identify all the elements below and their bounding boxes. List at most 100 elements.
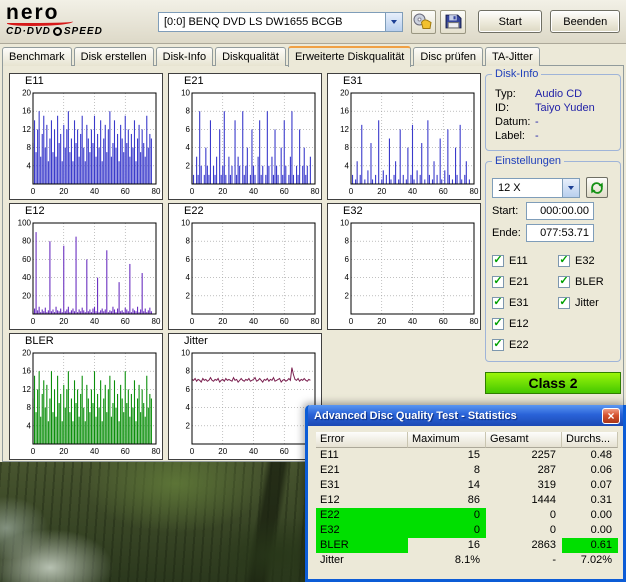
statistics-titlebar[interactable]: Advanced Disc Quality Test - Statistics …	[308, 405, 623, 426]
cell-durchs: 0.31	[562, 493, 618, 508]
cell-gesamt: 0	[486, 523, 562, 538]
svg-text:80: 80	[311, 187, 320, 196]
svg-text:10: 10	[181, 219, 190, 228]
svg-text:0: 0	[349, 317, 354, 326]
cell-gesamt: 319	[486, 478, 562, 493]
tab-erweiterte-diskqualitaet[interactable]: Erweiterte Diskqualität	[288, 46, 411, 67]
svg-text:20: 20	[377, 187, 386, 196]
svg-text:8: 8	[27, 403, 32, 412]
settings-group: Einstellungen 12 X	[485, 161, 621, 362]
column-header-durchs[interactable]: Durchs...	[562, 432, 618, 448]
table-row: Jitter 8.1% - 7.02%	[316, 553, 615, 568]
checkbox-e31-label: E31	[509, 297, 529, 309]
tab-benchmark[interactable]: Benchmark	[2, 47, 72, 66]
checkbox-e32[interactable]: ✓ E32	[558, 250, 604, 271]
svg-text:40: 40	[408, 317, 417, 326]
chart-title: E12	[11, 205, 161, 217]
tab-diskqualitaet[interactable]: Diskqualität	[215, 47, 286, 66]
svg-text:80: 80	[470, 187, 479, 196]
start-button[interactable]: Start	[478, 10, 542, 33]
tab-disk-erstellen[interactable]: Disk erstellen	[74, 47, 154, 66]
close-icon[interactable]: ×	[602, 408, 620, 424]
svg-text:60: 60	[121, 187, 130, 196]
cell-durchs: 0.48	[562, 448, 618, 463]
save-button[interactable]	[440, 10, 466, 34]
chart-e11: E1120161284020406080	[9, 73, 163, 200]
cell-durchs: 0.07	[562, 478, 618, 493]
chevron-down-icon[interactable]	[562, 179, 579, 197]
checkbox-e11[interactable]: ✓ E11	[492, 250, 558, 271]
disk-info-group: Disk-Info Typ: Audio CD ID: Taiyo Yuden …	[485, 74, 621, 151]
svg-text:40: 40	[90, 447, 99, 456]
quit-button[interactable]: Beenden	[550, 10, 620, 33]
start-position-field[interactable]: 000:00.00	[526, 202, 594, 220]
table-row: E12 86 1444 0.31	[316, 493, 615, 508]
cell-durchs: 7.02%	[562, 553, 618, 568]
tab-bar: Benchmark Disk erstellen Disk-Info Diskq…	[2, 44, 542, 65]
svg-text:20: 20	[59, 317, 68, 326]
disc-icon	[53, 27, 62, 36]
right-panel: Disk-Info Typ: Audio CD ID: Taiyo Yuden …	[485, 74, 621, 394]
table-row: E32 0 0 0.00	[316, 523, 615, 538]
checkbox-e21[interactable]: ✓ E21	[492, 271, 558, 292]
svg-text:2: 2	[186, 421, 191, 430]
svg-text:10: 10	[340, 219, 349, 228]
cell-durchs: 0.00	[562, 523, 618, 538]
speed-row: 12 X	[492, 177, 614, 198]
tab-content-panel: E1120161284020406080 E21108642020406080 …	[2, 65, 624, 462]
svg-text:0: 0	[190, 447, 195, 456]
svg-text:0: 0	[190, 187, 195, 196]
speed-select[interactable]: 12 X	[492, 178, 580, 198]
checkbox-e31[interactable]: ✓ E31	[492, 292, 558, 313]
disk-info-row-label: Label: -	[495, 130, 614, 142]
chart-title: E32	[329, 205, 479, 217]
speed-select-value: 12 X	[493, 182, 562, 194]
cell-gesamt: -	[486, 553, 562, 568]
tab-disc-pruefen[interactable]: Disc prüfen	[413, 47, 483, 66]
checkbox-bler[interactable]: ✓ BLER	[558, 271, 604, 292]
check-icon: ✓	[493, 276, 502, 287]
disk-info-row-id: ID: Taiyo Yuden	[495, 102, 614, 114]
column-header-maximum[interactable]: Maximum	[408, 432, 486, 448]
chevron-down-icon[interactable]	[385, 13, 402, 31]
svg-text:80: 80	[22, 237, 31, 246]
column-header-error[interactable]: Error	[316, 432, 408, 448]
error-checkbox-grid: ✓ E11 ✓ E21 ✓ E31 ✓ E12	[492, 250, 614, 355]
disk-id-value: Taiyo Yuden	[535, 102, 595, 114]
cell-error: E32	[316, 523, 408, 538]
checkbox-e12[interactable]: ✓ E12	[492, 313, 558, 334]
chart-title: E31	[329, 75, 479, 87]
end-position-field[interactable]: 077:53.71	[526, 224, 594, 242]
svg-text:12: 12	[340, 125, 349, 134]
tab-disk-info[interactable]: Disk-Info	[156, 47, 213, 66]
refresh-speeds-button[interactable]	[586, 177, 608, 198]
chart-e21: E21108642020406080	[168, 73, 322, 200]
svg-text:40: 40	[90, 187, 99, 196]
logo-swoosh-icon	[7, 19, 73, 26]
column-header-gesamt[interactable]: Gesamt	[486, 432, 562, 448]
cell-error: E31	[316, 478, 408, 493]
svg-text:40: 40	[22, 273, 31, 282]
svg-text:6: 6	[186, 255, 191, 264]
chart-e32: E32108642020406080	[327, 203, 481, 330]
svg-text:60: 60	[280, 187, 289, 196]
cell-error: E12	[316, 493, 408, 508]
svg-text:8: 8	[186, 107, 191, 116]
svg-text:8: 8	[345, 237, 350, 246]
logo-speed: SPEED	[64, 26, 103, 37]
tab-ta-jitter[interactable]: TA-Jitter	[485, 47, 540, 66]
checkbox-e22[interactable]: ✓ E22	[492, 334, 558, 355]
checkbox-jitter[interactable]: ✓ Jitter	[558, 292, 604, 313]
svg-text:4: 4	[345, 161, 350, 170]
statistics-window: Advanced Disc Quality Test - Statistics …	[305, 405, 626, 582]
checkbox-e11-label: E11	[509, 255, 528, 267]
svg-text:0: 0	[31, 317, 36, 326]
cell-gesamt: 1444	[486, 493, 562, 508]
chart-bler: BLER20161284020406080	[9, 333, 163, 460]
svg-text:80: 80	[470, 317, 479, 326]
cell-gesamt: 287	[486, 463, 562, 478]
svg-text:20: 20	[22, 349, 31, 358]
cell-maximum: 0	[408, 508, 486, 523]
drive-select[interactable]: [0:0] BENQ DVD LS DW1655 BCGB	[158, 12, 403, 32]
disc-eject-button[interactable]	[411, 10, 437, 34]
